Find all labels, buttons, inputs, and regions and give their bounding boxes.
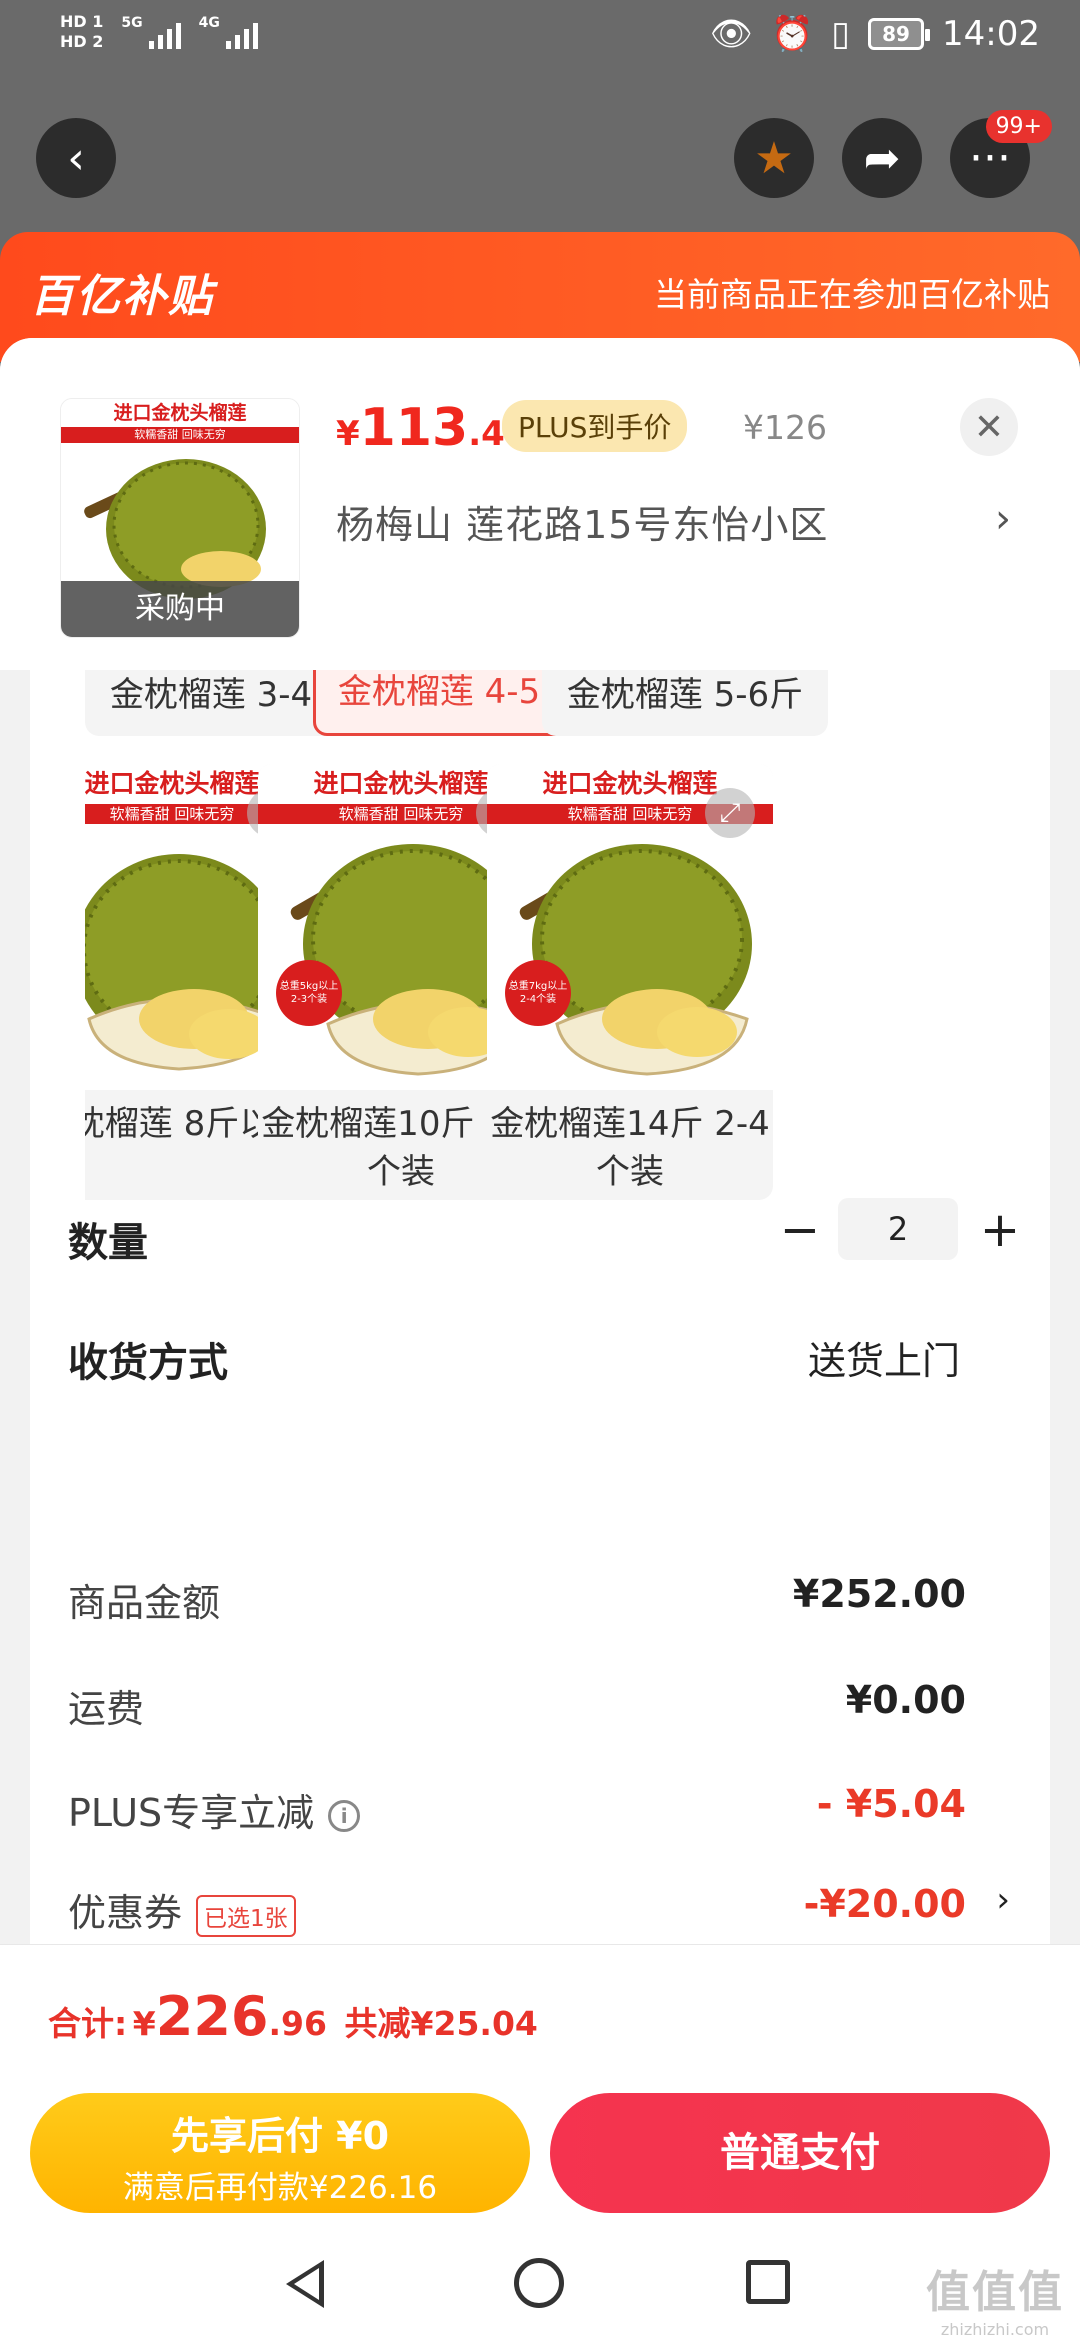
- variant-label: 金枕榴莲14斤 2-4个装: [490, 1104, 770, 1192]
- nav-back-icon[interactable]: [286, 2260, 324, 2308]
- quantity-decrease-button[interactable]: −: [774, 1200, 826, 1260]
- eye-icon: 👁: [709, 14, 753, 54]
- network-4g-label: 4G: [198, 15, 220, 31]
- vibrate-icon: ▯: [831, 14, 851, 54]
- alarm-icon: ⏰: [770, 14, 814, 54]
- product-thumbnail: 进口金枕头榴莲 软糯香甜 回味无穷 采购中: [60, 398, 300, 638]
- status-bar: HD 1 HD 2 5G 4G 👁 ⏰ ▯ 89 14:02: [0, 0, 1080, 80]
- watermark-url: zhizhizhi.com: [940, 2320, 1050, 2339]
- product-price: ¥113.48: [336, 398, 528, 458]
- coupon-value: -¥20.00: [803, 1882, 966, 1926]
- battery-icon: 89: [868, 18, 931, 50]
- star-icon: ★: [754, 132, 794, 184]
- price-currency: ¥: [336, 414, 360, 454]
- system-nav-bar: [0, 2240, 1080, 2340]
- price-integer: 113: [359, 398, 469, 458]
- weight-badge: 总重7kg以上 2-4个装: [505, 960, 571, 1026]
- share-button[interactable]: ➦: [842, 118, 922, 198]
- delivery-address[interactable]: 杨梅山 莲花路15号东怡小区: [336, 494, 828, 549]
- chevron-right-icon[interactable]: ›: [996, 1880, 1010, 1920]
- hd1-label: HD 1: [60, 12, 104, 31]
- plus-discount-label: PLUS专享立减: [68, 1791, 315, 1835]
- pay-later-title: 先享后付 ¥0: [170, 2114, 390, 2158]
- back-button[interactable]: ‹: [36, 118, 116, 198]
- network-5g-label: 5G: [121, 15, 143, 31]
- shipping-label: 收货方式: [68, 1340, 228, 1386]
- weight-badge: 总重5kg以上 2-3个装: [276, 960, 342, 1026]
- weight-badge-text: 总重5kg以上 2-3个装: [279, 981, 339, 1005]
- total-decimal: .96: [268, 2004, 327, 2043]
- original-price: ¥126: [743, 408, 827, 447]
- close-icon: ✕: [973, 406, 1005, 448]
- clock: 14:02: [942, 14, 1040, 54]
- chevron-left-icon: ‹: [67, 132, 85, 184]
- plus-price-tag: PLUS到手价: [502, 400, 688, 452]
- total-currency: ¥: [132, 2004, 156, 2043]
- goods-amount-value: ¥252.00: [792, 1572, 966, 1616]
- hd2-label: HD 2: [60, 32, 104, 51]
- quantity-input[interactable]: 2: [838, 1198, 958, 1260]
- plus-discount-value: - ¥5.04: [816, 1782, 966, 1826]
- variant-grid: 金枕榴莲 3-4斤 金枕榴莲 4-5斤 金枕榴莲 5-6斤 进口金枕头榴莲 软糯…: [85, 670, 1028, 1200]
- shipping-method[interactable]: 送货上门: [808, 1330, 960, 1385]
- order-total: 合计: ¥226.96 共减¥25.04: [48, 1985, 538, 2048]
- product-header: 进口金枕头榴莲 软糯香甜 回味无穷 采购中 ¥113.48 PLUS到手价 ¥1…: [0, 338, 1080, 670]
- signal-4g-icon: 4G: [199, 15, 258, 49]
- signal-5g-icon: 5G: [121, 15, 181, 49]
- watermark-logo: 值值值: [926, 2267, 1064, 2318]
- close-button[interactable]: ✕: [960, 398, 1018, 456]
- pay-later-button[interactable]: 先享后付 ¥0 满意后再付款¥226.16: [30, 2093, 530, 2213]
- coupon-label: 优惠券: [68, 1891, 183, 1935]
- watermark: 值值值 zhizhizhi.com: [926, 2256, 1064, 2339]
- nav-recents-icon[interactable]: [746, 2260, 790, 2304]
- variant-label: 金枕榴莲 5-6斤: [566, 675, 804, 715]
- coupon-selected-tag: 已选1张: [196, 1894, 296, 1937]
- info-icon[interactable]: i: [328, 1799, 361, 1832]
- normal-pay-button[interactable]: 普通支付: [550, 2093, 1050, 2213]
- variant-tile[interactable]: 进口金枕头榴莲 软糯香甜 回味无穷 总重7kg以上 2-4个装 ⤢ 金枕榴莲14…: [487, 764, 773, 1200]
- chevron-right-icon[interactable]: ›: [995, 496, 1011, 542]
- nav-home-icon[interactable]: [514, 2258, 564, 2308]
- procurement-status: 采购中: [61, 581, 299, 637]
- favorite-button[interactable]: ★: [734, 118, 814, 198]
- coupon-row[interactable]: 优惠券 已选1张: [68, 1882, 296, 1937]
- total-label: 合计:: [48, 2004, 128, 2043]
- durian-image: 进口金枕头榴莲 软糯香甜 回味无穷 总重7kg以上 2-4个装 ⤢: [487, 764, 773, 1090]
- variant-tile[interactable]: 金枕榴莲 5-6斤: [542, 670, 828, 736]
- total-savings: 共减¥25.04: [344, 2004, 538, 2043]
- plus-discount-row: PLUS专享立减 i: [68, 1782, 361, 1837]
- subsidy-text: 当前商品正在参加百亿补贴: [654, 275, 1050, 314]
- quantity-label: 数量: [68, 1220, 148, 1266]
- sim-indicators: HD 1 HD 2: [60, 12, 103, 52]
- message-badge: 99+: [985, 110, 1052, 143]
- quantity-increase-button[interactable]: +: [974, 1200, 1026, 1260]
- weight-badge-text: 总重7kg以上 2-4个装: [508, 981, 568, 1005]
- share-icon: ➦: [863, 132, 901, 184]
- pay-later-subtitle: 满意后再付款¥226.16: [122, 2170, 438, 2206]
- total-integer: 226: [155, 1985, 269, 2048]
- freight-value: ¥0.00: [845, 1678, 966, 1722]
- expand-icon[interactable]: ⤢: [705, 788, 755, 838]
- goods-amount-label: 商品金额: [68, 1581, 221, 1625]
- subsidy-logo: 百亿补贴: [30, 271, 214, 322]
- freight-label: 运费: [68, 1687, 145, 1731]
